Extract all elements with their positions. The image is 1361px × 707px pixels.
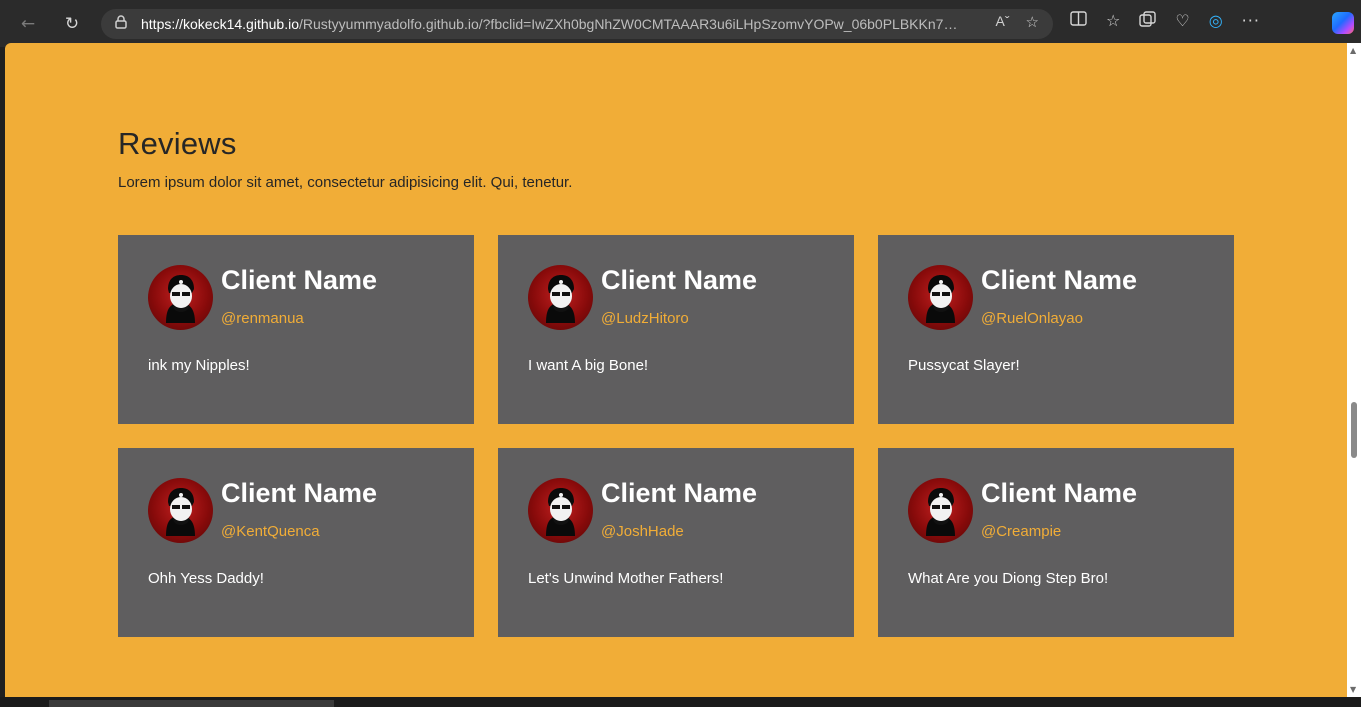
page-scrollbar[interactable]: ▲ ▼ (1347, 43, 1361, 697)
review-card: Client Name @RuelOnlayao Pussycat Slayer… (878, 235, 1234, 424)
avatar (148, 478, 213, 543)
edge-icon[interactable]: ◎ (1209, 11, 1223, 32)
lock-icon[interactable] (115, 15, 127, 33)
back-arrow-icon[interactable]: ← (15, 11, 41, 37)
scroll-down-icon[interactable]: ▼ (1350, 685, 1356, 694)
reviews-title: Reviews (118, 126, 237, 161)
review-text: What Are you Diong Step Bro! (908, 570, 1109, 587)
avatar (148, 265, 213, 330)
collections-icon[interactable] (1139, 11, 1157, 32)
reviews-subtitle: Lorem ipsum dolor sit amet, consectetur … (118, 174, 573, 191)
client-name: Client Name (221, 478, 378, 508)
review-card: Client Name @LudzHitoro I want A big Bon… (498, 235, 854, 424)
client-name: Client Name (981, 265, 1138, 295)
review-card: Client Name @Creampie What Are you Diong… (878, 448, 1234, 637)
client-name: Client Name (981, 478, 1138, 508)
page-viewport: Reviews Lorem ipsum dolor sit amet, cons… (5, 43, 1347, 697)
refresh-icon[interactable]: ↻ (59, 11, 85, 37)
client-name: Client Name (601, 265, 758, 295)
health-icon[interactable]: ♡ (1175, 11, 1189, 32)
client-name: Client Name (601, 478, 758, 508)
review-text: Ohh Yess Daddy! (148, 570, 264, 587)
review-card: Client Name @renmanua ink my Nipples! (118, 235, 474, 424)
review-text: Let's Unwind Mother Fathers! (528, 570, 724, 587)
client-handle[interactable]: @RuelOnlayao (981, 310, 1083, 327)
client-name: Client Name (221, 265, 378, 295)
avatar (908, 478, 973, 543)
scrollbar-thumb[interactable] (1351, 402, 1357, 458)
review-card: Client Name @KentQuenca Ohh Yess Daddy! (118, 448, 474, 637)
client-handle[interactable]: @renmanua (221, 310, 304, 327)
more-icon[interactable]: ··· (1242, 11, 1260, 32)
taskbar-strip (0, 697, 1361, 707)
scroll-up-icon[interactable]: ▲ (1350, 46, 1356, 55)
address-bar[interactable]: https://kokeck14.github.io/Rustyyummyado… (101, 9, 1053, 39)
client-handle[interactable]: @Creampie (981, 523, 1061, 540)
review-text: ink my Nipples! (148, 357, 250, 374)
read-aloud-icon[interactable]: Aˇ (996, 13, 1010, 31)
url-text[interactable]: https://kokeck14.github.io/Rustyyummyado… (141, 16, 961, 32)
copilot-icon[interactable] (1332, 12, 1354, 34)
avatar (528, 265, 593, 330)
review-text: I want A big Bone! (528, 357, 649, 374)
favorite-star-icon[interactable]: ☆ (1026, 13, 1039, 31)
avatar (908, 265, 973, 330)
split-screen-icon[interactable] (1070, 11, 1087, 32)
client-handle[interactable]: @JoshHade (601, 523, 684, 540)
review-card: Client Name @JoshHade Let's Unwind Mothe… (498, 448, 854, 637)
review-text: Pussycat Slayer! (908, 357, 1020, 374)
browser-toolbar: ← ↻ https://kokeck14.github.io/Rustyyumm… (0, 0, 1361, 47)
avatar (528, 478, 593, 543)
client-handle[interactable]: @LudzHitoro (601, 310, 689, 327)
favorites-icon[interactable]: ☆ (1106, 11, 1120, 32)
client-handle[interactable]: @KentQuenca (221, 523, 320, 540)
